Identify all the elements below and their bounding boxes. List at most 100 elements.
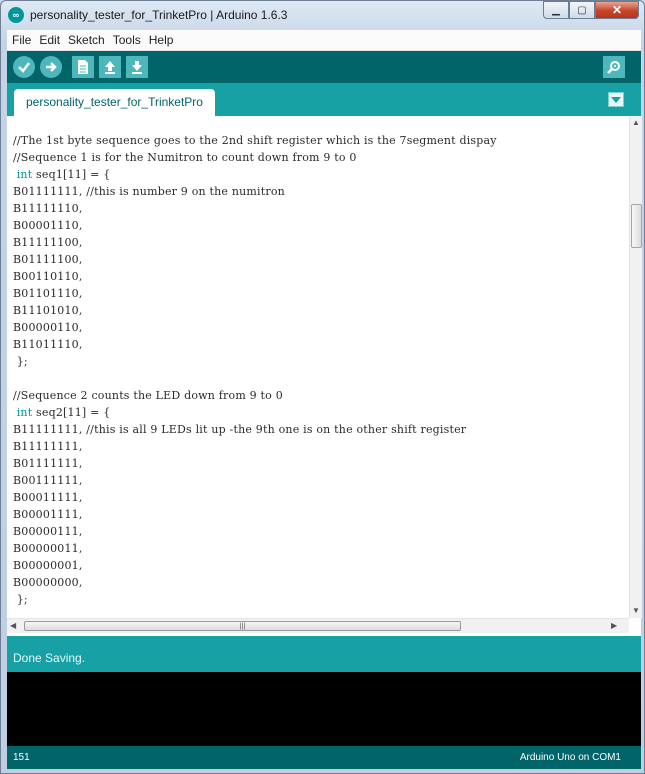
tabs-bar: personality_tester_for_TrinketPro <box>7 83 641 116</box>
horizontal-scroll-thumb[interactable]: ||| <box>24 621 461 631</box>
new-icon <box>78 60 88 74</box>
toolbar <box>7 51 641 83</box>
vertical-scroll-thumb[interactable] <box>631 204 642 248</box>
arduino-infinity-icon: ∞ <box>8 7 24 23</box>
code-line[interactable]: B01101110, <box>13 287 83 300</box>
window-frame: ∞ personality_tester_for_TrinketPro | Ar… <box>0 0 645 774</box>
code-text: B00011111, <box>13 491 83 504</box>
serial-monitor-icon <box>607 61 620 74</box>
code-line[interactable]: B11011110, <box>13 338 83 351</box>
scroll-up-icon[interactable]: ▲ <box>632 118 640 127</box>
code-text: B11011110, <box>13 338 83 351</box>
scroll-down-icon[interactable]: ▼ <box>632 606 640 615</box>
open-button[interactable] <box>99 56 121 78</box>
code-line[interactable]: B11101010, <box>13 304 83 317</box>
code-text: B00111111, <box>13 474 83 487</box>
maximize-icon: ▢ <box>577 4 587 16</box>
close-button[interactable]: ✕ <box>595 1 639 19</box>
code-line[interactable]: B00110110, <box>13 270 83 283</box>
code-text: //Sequence 2 counts the LED down from 9 … <box>13 389 283 402</box>
code-line[interactable]: }; <box>13 355 28 368</box>
vertical-scrollbar[interactable]: ▲ ▼ <box>629 116 642 618</box>
code-line[interactable]: B00001110, <box>13 219 83 232</box>
serial-monitor-button[interactable] <box>603 56 625 78</box>
code-line[interactable]: B00000001, <box>13 559 83 572</box>
code-line[interactable]: int seq2[11] = { <box>13 406 111 419</box>
code-line[interactable]: B11111110, <box>13 202 83 215</box>
window-title: personality_tester_for_TrinketPro | Ardu… <box>30 8 288 22</box>
status-message: Done Saving. <box>13 651 86 665</box>
new-button[interactable] <box>72 56 94 78</box>
code-text: B11111111, //this is all 9 LEDs lit up -… <box>13 423 467 436</box>
code-line[interactable]: B00011111, <box>13 491 83 504</box>
code-line[interactable]: //Sequence 1 is for the Numitron to coun… <box>13 151 357 164</box>
menu-file[interactable]: File <box>9 33 34 47</box>
code-text: B01111100, <box>13 253 83 266</box>
code-line[interactable]: B01111111, <box>13 457 83 470</box>
upload-button[interactable] <box>40 56 62 78</box>
code-text: B01111111, //this is number 9 on the num… <box>13 185 285 198</box>
menu-edit[interactable]: Edit <box>36 33 63 47</box>
code-line[interactable]: B00000000, <box>13 576 83 589</box>
client-area: File Edit Sketch Tools Help personality_… <box>7 30 642 769</box>
code-text: B00001111, <box>13 508 83 521</box>
code-text: seq2[11] = { <box>32 406 111 419</box>
save-button[interactable] <box>126 56 148 78</box>
code-text: B11111100, <box>13 236 83 249</box>
code-text: }; <box>13 593 28 606</box>
scroll-left-icon[interactable]: ◀ <box>10 621 16 630</box>
save-icon <box>132 61 142 74</box>
minimize-button[interactable]: ▁ <box>543 1 569 19</box>
code-text: seq1[11] = { <box>32 168 111 181</box>
code-line[interactable]: B00000110, <box>13 321 83 334</box>
code-line[interactable]: B01111111, //this is number 9 on the num… <box>13 185 285 198</box>
code-text: B11111110, <box>13 202 83 215</box>
scroll-right-icon[interactable]: ▶ <box>611 621 617 630</box>
code-text: B00000111, <box>13 525 83 538</box>
code-text: //The 1st byte sequence goes to the 2nd … <box>13 134 497 147</box>
minimize-icon: ▁ <box>552 4 560 16</box>
code-line[interactable]: //Sequence 2 counts the LED down from 9 … <box>13 389 283 402</box>
code-text: B00000011, <box>13 542 83 555</box>
keyword: int <box>13 168 33 181</box>
code-editor[interactable]: //The 1st byte sequence goes to the 2nd … <box>7 116 629 618</box>
horizontal-scrollbar[interactable]: ◀ ||| ▶ <box>7 618 629 633</box>
line-number: 151 <box>13 752 30 763</box>
code-text: B11101010, <box>13 304 83 317</box>
board-port-label: Arduino Uno on COM1 <box>519 752 621 763</box>
menu-bar: File Edit Sketch Tools Help <box>7 30 641 51</box>
code-text: B01101110, <box>13 287 83 300</box>
code-line[interactable]: B11111111, //this is all 9 LEDs lit up -… <box>13 423 466 436</box>
menu-tools[interactable]: Tools <box>110 33 144 47</box>
tab-sketch[interactable]: personality_tester_for_TrinketPro <box>14 89 215 116</box>
chevron-down-icon <box>611 96 621 103</box>
code-text: B00001110, <box>13 219 83 232</box>
code-line[interactable]: }; <box>13 593 28 606</box>
console-output[interactable] <box>7 672 641 746</box>
code-line[interactable]: B00000011, <box>13 542 83 555</box>
code-text: B00110110, <box>13 270 83 283</box>
code-text: B01111111, <box>13 457 83 470</box>
menu-sketch[interactable]: Sketch <box>65 33 108 47</box>
code-text: B00000000, <box>13 576 83 589</box>
open-icon <box>105 61 115 74</box>
code-line[interactable]: int seq1[11] = { <box>13 168 111 181</box>
menu-help[interactable]: Help <box>146 33 177 47</box>
maximize-button[interactable]: ▢ <box>569 1 595 19</box>
window-controls: ▁ ▢ ✕ <box>543 1 639 20</box>
verify-button[interactable] <box>13 56 35 78</box>
title-bar[interactable]: ∞ personality_tester_for_TrinketPro | Ar… <box>1 1 644 29</box>
code-line[interactable]: //The 1st byte sequence goes to the 2nd … <box>13 134 497 147</box>
tab-menu-button[interactable] <box>608 92 624 107</box>
code-line[interactable]: B11111100, <box>13 236 83 249</box>
code-text: B00000001, <box>13 559 83 572</box>
code-line[interactable]: B11111111, <box>13 440 83 453</box>
keyword: int <box>13 406 33 419</box>
verify-icon <box>18 62 30 73</box>
close-icon: ✕ <box>611 3 623 17</box>
code-text: B11111111, <box>13 440 83 453</box>
code-line[interactable]: B00000111, <box>13 525 83 538</box>
code-line[interactable]: B01111100, <box>13 253 83 266</box>
code-line[interactable]: B00111111, <box>13 474 83 487</box>
code-line[interactable]: B00001111, <box>13 508 83 521</box>
